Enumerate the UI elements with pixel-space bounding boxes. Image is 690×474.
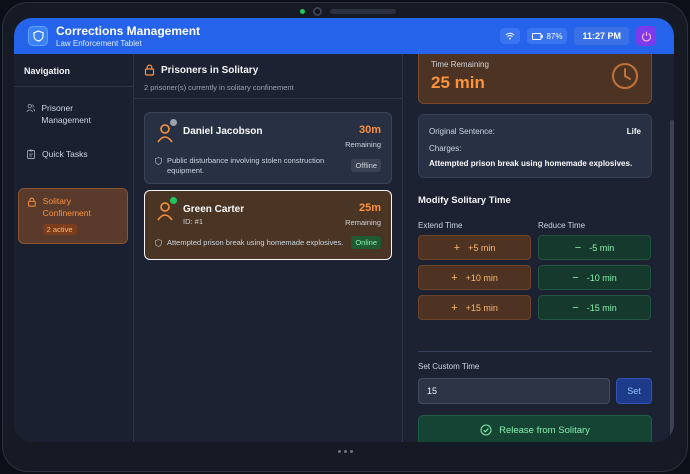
time-remaining-value: 25 min: [431, 73, 485, 92]
sentence-value: Life: [626, 127, 641, 136]
wifi-indicator: [500, 28, 521, 44]
charge-text: Public disturbance involving stolen cons…: [167, 156, 325, 175]
reduce-15-button[interactable]: − -15 min: [538, 295, 651, 320]
lock-icon: [144, 64, 155, 76]
sidebar-item-label: Prisoner Management: [41, 103, 92, 125]
reduce-10-button[interactable]: − -10 min: [538, 265, 651, 290]
users-icon: [26, 104, 36, 113]
charges-value: Attempted prison break using homemade ex…: [429, 159, 633, 168]
prisoner-time: 25m: [358, 202, 381, 214]
camera-icon: [313, 6, 322, 16]
button-label: +15 min: [465, 302, 498, 313]
prisoner-remaining-label: Remaining: [345, 140, 381, 149]
battery-icon: [532, 32, 544, 40]
status-badge: Online: [351, 236, 381, 249]
charges-label: Charges:: [429, 144, 462, 153]
prisoner-charge: Public disturbance involving stolen cons…: [155, 156, 340, 176]
sidebar-item-label: Quick Tasks: [42, 149, 88, 159]
sidebar-item-prisoner-management[interactable]: Prisoner Management: [18, 96, 128, 132]
minus-icon: −: [574, 241, 582, 254]
custom-time-input[interactable]: [418, 378, 610, 404]
presence-dot: [170, 119, 177, 126]
prisoner-card[interactable]: Green Carter ID: #1 25m Remaining Attemp…: [144, 190, 392, 260]
battery-indicator: 87%: [527, 28, 568, 44]
button-label: -15 min: [586, 302, 617, 313]
app-header: Corrections Management Law Enforcement T…: [14, 18, 674, 54]
prisoner-time: 30m: [358, 124, 381, 136]
shield-icon: [155, 239, 162, 247]
clock-icon: [612, 63, 638, 89]
extend-label: Extend Time: [418, 221, 463, 230]
button-label: +5 min: [468, 242, 496, 253]
app-title: Corrections Management: [56, 24, 201, 38]
prisoner-name: Green Carter: [183, 204, 245, 215]
sidebar: Navigation Prisoner Management Quick Tas…: [14, 54, 134, 442]
plus-icon: +: [451, 301, 458, 314]
tablet-bezel: [300, 5, 410, 17]
sidebar-item-label: Solitary Confinement: [42, 196, 91, 218]
sidebar-item-quick-tasks[interactable]: Quick Tasks: [18, 142, 128, 166]
divider: [14, 86, 134, 87]
custom-time-label: Set Custom Time: [418, 362, 480, 371]
time-remaining-label: Time Remaining: [431, 60, 489, 69]
plus-icon: +: [453, 241, 461, 254]
reduce-5-button[interactable]: − -5 min: [538, 235, 651, 260]
extend-5-button[interactable]: + +5 min: [418, 235, 531, 260]
user-icon: [157, 202, 173, 221]
clipboard-icon: [27, 149, 35, 159]
lock-icon: [27, 197, 36, 207]
plus-icon: +: [451, 271, 458, 284]
clock: 11:27 PM: [574, 27, 629, 45]
button-label: -10 min: [586, 272, 617, 283]
sentence-label: Original Sentence:: [429, 127, 495, 136]
presence-dot: [170, 197, 177, 204]
status-badge: Offline: [351, 159, 381, 172]
prisoner-charge: Attempted prison break using homemade ex…: [155, 238, 355, 248]
modify-title: Modify Solitary Time: [418, 195, 511, 206]
minus-icon: −: [572, 301, 579, 314]
user-icon: [157, 124, 173, 143]
button-label: +10 min: [465, 272, 498, 283]
sentence-info: Original Sentence: Life Charges: Attempt…: [418, 114, 652, 178]
status-badge: 2 active: [42, 224, 77, 235]
battery-level: 87%: [546, 31, 563, 41]
button-label: -5 min: [589, 242, 615, 253]
app-subtitle: Law Enforcement Tablet: [56, 39, 142, 48]
power-button[interactable]: [636, 26, 656, 46]
set-button[interactable]: Set: [616, 378, 652, 404]
panel-subtitle: 2 prisoner(s) currently in solitary conf…: [144, 83, 294, 92]
app-screen: Corrections Management Law Enforcement T…: [14, 18, 674, 442]
release-button[interactable]: Release from Solitary: [418, 415, 652, 442]
shield-icon: [155, 157, 162, 165]
panel-title: Prisoners in Solitary: [161, 64, 259, 76]
sidebar-title: Navigation: [24, 66, 71, 76]
time-remaining-box: Time Remaining 25 min: [418, 54, 652, 104]
extend-15-button[interactable]: + +15 min: [418, 295, 531, 320]
prisoner-card[interactable]: Daniel Jacobson 30m Remaining Public dis…: [144, 112, 392, 184]
camera-indicator-icon: [300, 8, 305, 14]
check-circle-icon: [480, 424, 492, 436]
prisoner-id: ID: #1: [183, 217, 204, 226]
wifi-icon: [506, 32, 515, 40]
divider: [418, 351, 652, 352]
divider: [134, 98, 403, 99]
prisoner-name: Daniel Jacobson: [183, 126, 263, 137]
solitary-list-panel: Prisoners in Solitary 2 prisoner(s) curr…: [134, 54, 403, 442]
charge-text: Attempted prison break using homemade ex…: [167, 238, 344, 247]
sidebar-item-solitary-confinement[interactable]: Solitary Confinement 2 active: [18, 188, 128, 244]
prisoner-detail-panel: Time Remaining 25 min Original Sentence:…: [404, 54, 674, 442]
power-icon: [641, 31, 651, 41]
shield-icon: [28, 26, 48, 46]
button-label: Release from Solitary: [499, 424, 590, 436]
prisoner-remaining-label: Remaining: [345, 218, 381, 227]
home-indicator[interactable]: [317, 447, 373, 455]
extend-10-button[interactable]: + +10 min: [418, 265, 531, 290]
scrollbar[interactable]: [670, 120, 674, 438]
speaker-grille: [330, 8, 396, 14]
minus-icon: −: [572, 271, 579, 284]
reduce-label: Reduce Time: [538, 221, 586, 230]
